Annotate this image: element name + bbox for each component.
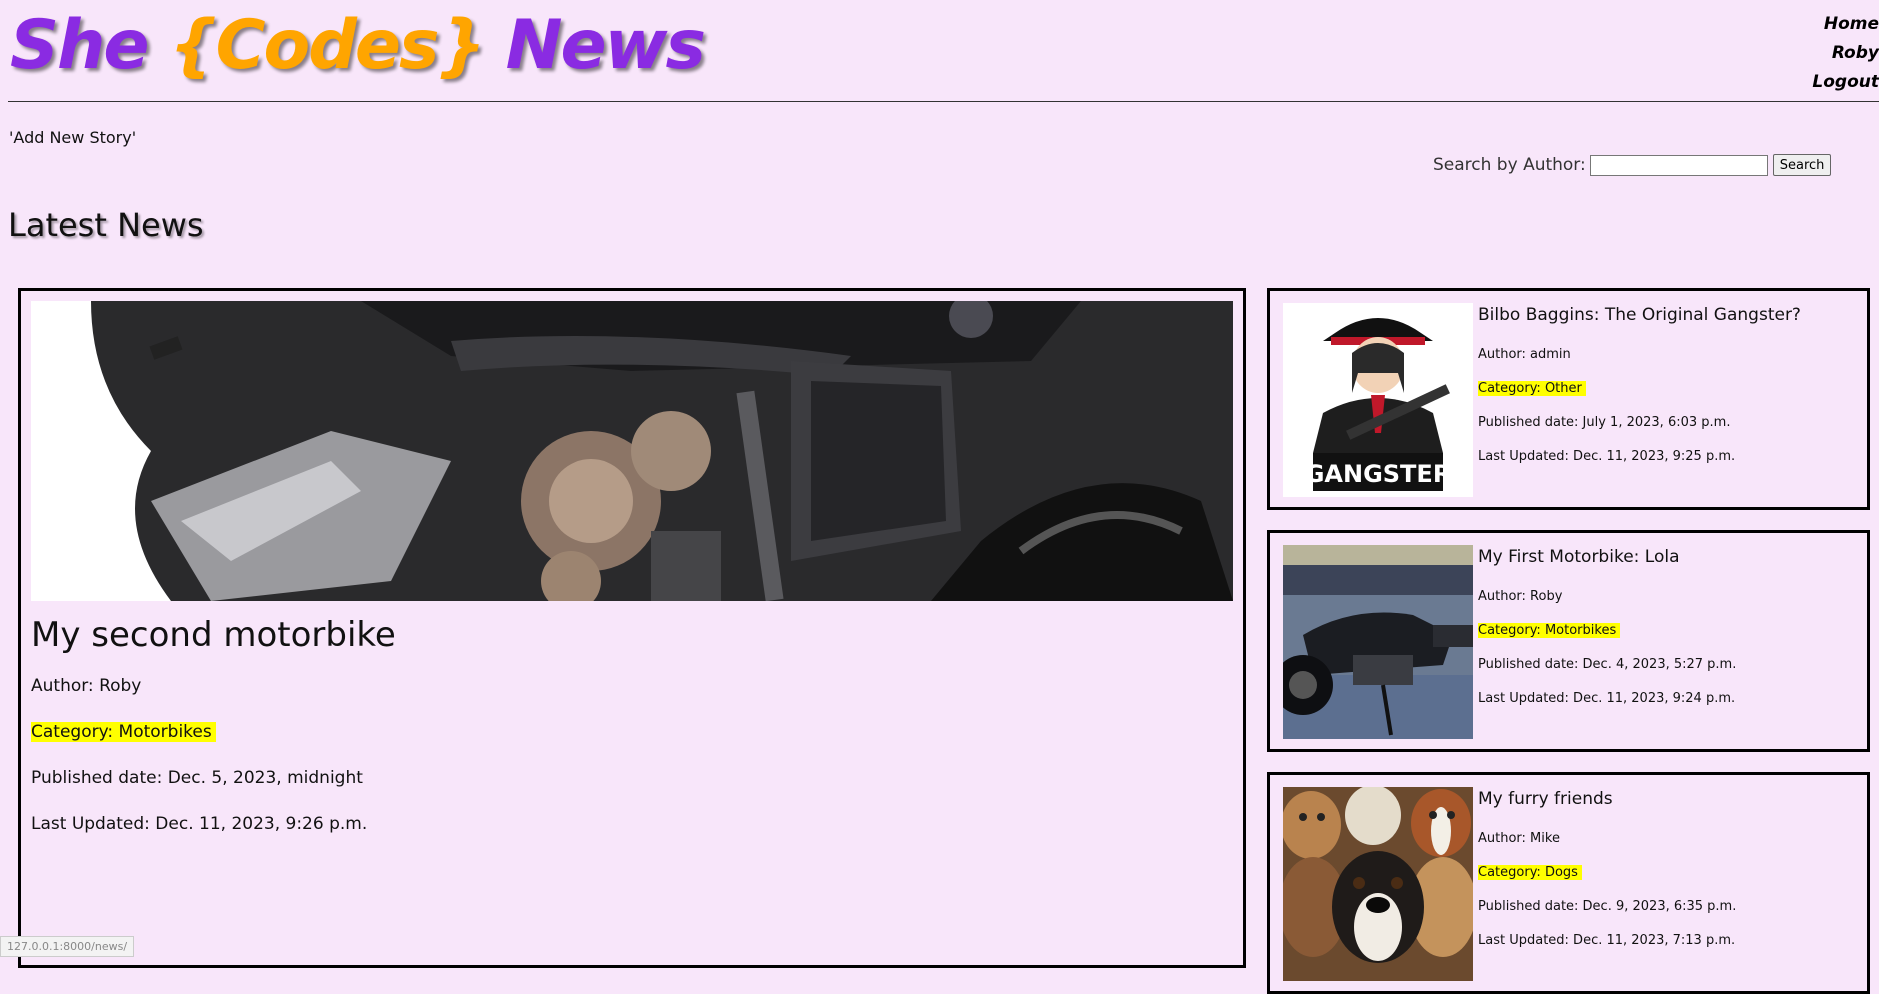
story-card[interactable]: GANGSTER Bilbo Baggins: The Original Gan…	[1267, 288, 1870, 510]
story-thumbnail: GANGSTER	[1283, 303, 1473, 497]
logo-she: She	[10, 6, 150, 85]
add-new-story-link[interactable]: 'Add New Story'	[9, 128, 136, 147]
story-updated: Last Updated: Dec. 11, 2023, 7:13 p.m.	[1478, 933, 1736, 948]
featured-story-card[interactable]: My second motorbike Author: Roby Categor…	[18, 288, 1246, 968]
story-category: Category: Motorbikes	[1478, 623, 1621, 638]
story-category-text: Category: Motorbikes	[1478, 623, 1621, 638]
featured-story-image	[31, 301, 1233, 601]
author-search-input[interactable]	[1589, 154, 1768, 176]
featured-story-category: Category: Motorbikes	[31, 722, 216, 742]
featured-story-author: Author: Roby	[31, 676, 142, 696]
story-author: Author: Mike	[1478, 831, 1560, 846]
logo-codes: {Codes}	[169, 6, 486, 85]
story-author: Author: admin	[1478, 347, 1571, 362]
story-title[interactable]: Bilbo Baggins: The Original Gangster?	[1478, 305, 1801, 325]
story-category-text: Category: Other	[1478, 381, 1586, 396]
site-logo[interactable]: She {Codes} News	[10, 6, 706, 85]
story-author: Author: Roby	[1478, 589, 1563, 604]
site-header: She {Codes} News Home Roby Logout	[8, 0, 1879, 102]
nav-home-link[interactable]: Home	[1812, 10, 1879, 39]
browser-status-url: 127.0.0.1:8000/news/	[0, 936, 135, 957]
search-label: Search by Author:	[1433, 155, 1586, 175]
nav-logout-link[interactable]: Logout	[1812, 68, 1879, 97]
featured-story-published: Published date: Dec. 5, 2023, midnight	[31, 768, 363, 788]
featured-story-updated: Last Updated: Dec. 11, 2023, 9:26 p.m.	[31, 814, 368, 834]
story-thumbnail	[1283, 545, 1473, 739]
story-thumbnail	[1283, 787, 1473, 981]
logo-news: News	[505, 6, 706, 85]
story-updated: Last Updated: Dec. 11, 2023, 9:24 p.m.	[1478, 691, 1736, 706]
page-title: Latest News	[8, 206, 204, 244]
story-title[interactable]: My First Motorbike: Lola	[1478, 547, 1680, 567]
story-published: Published date: Dec. 4, 2023, 5:27 p.m.	[1478, 657, 1737, 672]
story-updated: Last Updated: Dec. 11, 2023, 9:25 p.m.	[1478, 449, 1736, 464]
story-category: Category: Other	[1478, 381, 1586, 396]
nav-user-link[interactable]: Roby	[1812, 39, 1879, 68]
gangster-image-label: GANGSTER	[1305, 460, 1452, 488]
story-published: Published date: July 1, 2023, 6:03 p.m.	[1478, 415, 1731, 430]
featured-story-category-text: Category: Motorbikes	[31, 722, 216, 742]
story-category-text: Category: Dogs	[1478, 865, 1582, 880]
story-published: Published date: Dec. 9, 2023, 6:35 p.m.	[1478, 899, 1737, 914]
story-category: Category: Dogs	[1478, 865, 1582, 880]
story-title[interactable]: My furry friends	[1478, 789, 1613, 809]
story-card[interactable]: My furry friends Author: Mike Category: …	[1267, 772, 1870, 994]
main-nav: Home Roby Logout	[1812, 10, 1879, 97]
story-card[interactable]: My First Motorbike: Lola Author: Roby Ca…	[1267, 530, 1870, 752]
author-search-form: Search by Author: Search	[1433, 154, 1832, 176]
search-button[interactable]: Search	[1772, 154, 1832, 176]
featured-story-title[interactable]: My second motorbike	[31, 615, 396, 655]
